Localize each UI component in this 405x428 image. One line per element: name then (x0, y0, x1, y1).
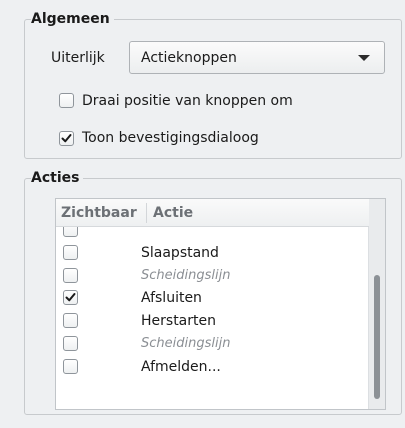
action-label: Afsluiten (141, 290, 202, 307)
list-item[interactable]: Scheidingslijn (56, 332, 369, 356)
general-group-title: Algemeen (31, 10, 114, 28)
checkmark-icon (65, 293, 76, 302)
list-item[interactable]: Herstarten (56, 309, 369, 333)
list-item[interactable]: Slaapstand (56, 241, 369, 265)
reverse-buttons-checkbox[interactable] (59, 93, 74, 108)
list-item[interactable]: Afmelden... (56, 355, 369, 379)
appearance-select-value: Actieknoppen (141, 50, 237, 66)
column-divider (146, 203, 147, 223)
action-label: Herstarten (141, 313, 216, 330)
settings-panel: Algemeen Uiterlijk Actieknoppen Draai po… (0, 0, 405, 428)
general-group: Algemeen Uiterlijk Actieknoppen Draai po… (24, 10, 402, 159)
visible-checkbox[interactable] (63, 267, 78, 283)
reverse-buttons-label[interactable]: Draai positie van knoppen om (82, 92, 293, 110)
confirm-dialog-checkbox[interactable] (59, 131, 74, 146)
actions-group-title: Acties (31, 169, 84, 187)
checkmark-icon (61, 134, 72, 143)
visible-checkbox[interactable] (63, 336, 78, 351)
list-item[interactable]: Afsluiten (56, 286, 369, 310)
visible-checkbox[interactable] (63, 290, 78, 306)
chevron-down-icon (358, 55, 370, 61)
appearance-select[interactable]: Actieknoppen (129, 41, 385, 74)
list-scrollbar[interactable] (368, 199, 385, 409)
action-label: Slaapstand (141, 244, 219, 261)
column-header-visible[interactable]: Zichtbaar (61, 204, 137, 222)
visible-checkbox[interactable] (63, 244, 78, 260)
appearance-label: Uiterlijk (51, 50, 105, 66)
column-header-action[interactable]: Actie (153, 204, 193, 222)
separator-label: Scheidingslijn (141, 267, 231, 283)
checkmark-icon (61, 95, 72, 106)
visible-checkbox[interactable] (63, 313, 78, 329)
actions-list[interactable]: Zichtbaar Actie Slaapstand Scheidingslijn… (55, 198, 386, 410)
visible-checkbox[interactable] (63, 358, 78, 374)
actions-group: Acties Zichtbaar Actie Slaapstand Scheidi… (24, 169, 402, 415)
list-header: Zichtbaar Actie (56, 199, 369, 227)
separator-label: Scheidingslijn (141, 336, 231, 351)
list-item[interactable]: Scheidingslijn (56, 264, 369, 288)
action-label: Afmelden... (141, 358, 221, 375)
confirm-dialog-label[interactable]: Toon bevestigingsdialoog (82, 129, 259, 147)
scrollbar-thumb[interactable] (374, 275, 380, 399)
